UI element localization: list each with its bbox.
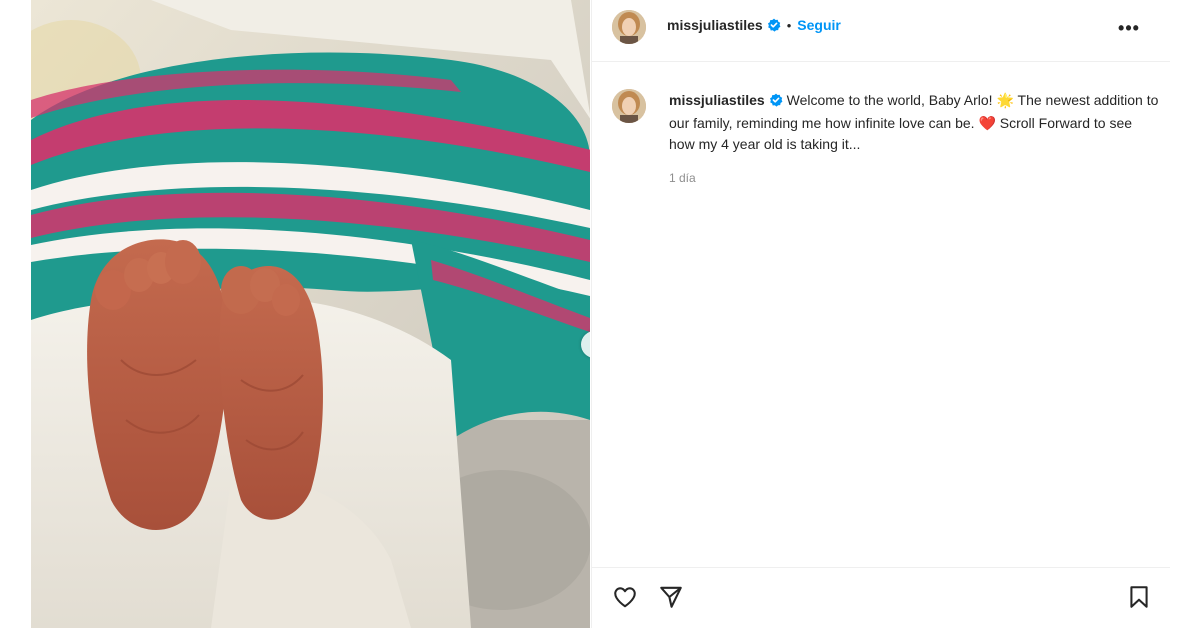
post-photo bbox=[31, 0, 590, 628]
post-header: missjuliastiles • Seguir ••• bbox=[592, 0, 1170, 62]
avatar-image bbox=[612, 89, 646, 123]
share-button[interactable] bbox=[658, 584, 684, 615]
avatar-image bbox=[612, 10, 646, 44]
save-button[interactable] bbox=[1126, 584, 1152, 615]
ellipsis-icon: ••• bbox=[1118, 17, 1140, 38]
heart-icon bbox=[614, 587, 636, 608]
header-user-line: missjuliastiles • Seguir bbox=[667, 17, 841, 37]
avatar[interactable] bbox=[612, 10, 646, 44]
verified-badge-icon bbox=[767, 18, 781, 37]
bookmark-icon bbox=[1130, 586, 1148, 608]
separator-dot: • bbox=[786, 18, 792, 33]
more-options-button[interactable]: ••• bbox=[1116, 18, 1142, 38]
post-timestamp[interactable]: 1 día bbox=[669, 171, 696, 185]
verified-badge-icon bbox=[769, 92, 783, 113]
like-button[interactable] bbox=[612, 584, 638, 615]
username-link[interactable]: missjuliastiles bbox=[667, 17, 763, 33]
post-side-panel: missjuliastiles • Seguir ••• missjuliastil… bbox=[591, 0, 1170, 628]
paper-plane-icon bbox=[660, 586, 682, 608]
caption-avatar[interactable] bbox=[612, 89, 646, 123]
follow-button[interactable]: Seguir bbox=[797, 17, 841, 33]
action-bar bbox=[592, 567, 1170, 629]
baby-feet-photo bbox=[31, 0, 590, 628]
chevron-right-icon bbox=[589, 339, 591, 351]
caption-username-link[interactable]: missjuliastiles bbox=[669, 92, 765, 108]
post-caption: missjuliastiles Welcome to the world, Ba… bbox=[669, 90, 1159, 155]
